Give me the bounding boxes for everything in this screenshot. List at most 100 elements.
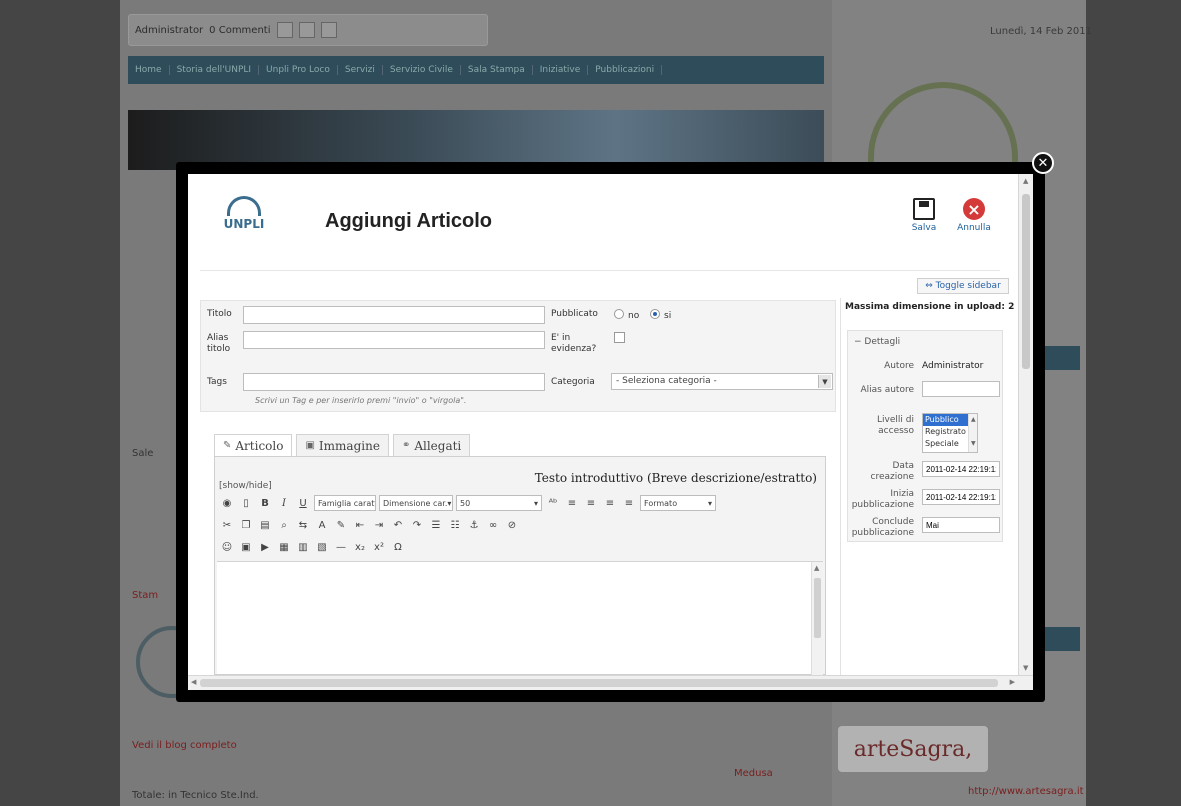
bg-nav-item: Servizi bbox=[338, 65, 383, 75]
title-label: Titolo bbox=[207, 309, 232, 319]
font-size-select[interactable]: Dimensione car. ▾ bbox=[379, 495, 453, 511]
chevron-down-icon: ▾ bbox=[447, 498, 452, 508]
editor-scroll-thumb[interactable] bbox=[814, 578, 821, 638]
modal-horizontal-scrollbar[interactable]: ◀ ▶ bbox=[188, 675, 1033, 690]
font-family-select[interactable]: Famiglia caratt.▾ bbox=[314, 495, 376, 511]
editor-scrollbar[interactable]: ▲ bbox=[811, 562, 823, 675]
paste-icon[interactable]: ▤ bbox=[257, 517, 273, 533]
floppy-icon bbox=[913, 198, 935, 220]
smiley-icon[interactable]: ☺ bbox=[219, 539, 235, 555]
modal-content: UNPLI Aggiungi Articolo Salva × Annulla … bbox=[188, 174, 1033, 690]
outdent-icon[interactable]: ⇤ bbox=[352, 517, 368, 533]
arrow-left-icon[interactable]: ◀ bbox=[191, 678, 196, 686]
creation-date-label: Data creazione bbox=[871, 461, 914, 483]
show-hide-toggle[interactable]: [show/hide] bbox=[219, 481, 272, 491]
tab-immagine[interactable]: ▣ Immagine bbox=[296, 434, 389, 456]
bg-nav-item: Servizio Civile bbox=[383, 65, 461, 75]
highlight-icon[interactable]: ✎ bbox=[333, 517, 349, 533]
close-icon[interactable]: ✕ bbox=[1032, 152, 1054, 174]
toggle-sidebar-button[interactable]: ⇔ Toggle sidebar bbox=[917, 278, 1009, 294]
bg-date: Lunedì, 14 Feb 2011 bbox=[990, 26, 1092, 37]
publish-start-input[interactable] bbox=[922, 489, 1000, 505]
copy-icon[interactable]: ❐ bbox=[238, 517, 254, 533]
underline-icon[interactable]: U bbox=[295, 495, 311, 511]
cancel-button[interactable]: × Annulla bbox=[952, 198, 996, 242]
italic-icon[interactable]: I bbox=[276, 495, 292, 511]
hr-icon[interactable]: — bbox=[333, 539, 349, 555]
align-right-icon[interactable]: ≡ bbox=[602, 495, 618, 511]
bg-nav-item: Sala Stampa bbox=[461, 65, 533, 75]
alias-label-line: Alias bbox=[207, 333, 229, 343]
access-level-list[interactable]: Pubblico Registrato Speciale ▲ ▼ bbox=[922, 413, 978, 453]
author-alias-input[interactable] bbox=[922, 381, 1000, 397]
cut-icon[interactable]: ✂ bbox=[219, 517, 235, 533]
link-icon[interactable]: ∞ bbox=[485, 517, 501, 533]
arrow-up-icon[interactable]: ▲ bbox=[814, 564, 819, 572]
anchor-icon[interactable]: ⚓ bbox=[466, 517, 482, 533]
published-yes-radio[interactable] bbox=[650, 309, 660, 319]
publish-end-input[interactable] bbox=[922, 517, 1000, 533]
intro-text-heading: Testo introduttivo (Breve descrizione/es… bbox=[534, 471, 817, 485]
abc-icon[interactable]: ᴬᵇ bbox=[545, 495, 561, 511]
arrow-right-icon[interactable]: ▶ bbox=[1010, 678, 1015, 686]
format-select[interactable]: Formato ▾ bbox=[640, 495, 716, 511]
bullet-list-icon[interactable]: ☰ bbox=[428, 517, 444, 533]
published-no-label: no bbox=[628, 311, 640, 321]
save-button[interactable]: Salva bbox=[902, 198, 946, 242]
title-input[interactable] bbox=[243, 306, 545, 324]
chevron-down-icon: ▾ bbox=[533, 498, 538, 508]
alias-input[interactable] bbox=[243, 331, 545, 349]
superscript-icon[interactable]: x² bbox=[371, 539, 387, 555]
bold-icon[interactable]: B bbox=[257, 495, 273, 511]
size-input[interactable]: 50 ▾ bbox=[456, 495, 542, 511]
text-color-icon[interactable]: A bbox=[314, 517, 330, 533]
bg-footer-text: Totale: in Tecnico Ste.Ind. bbox=[132, 790, 259, 801]
featured-checkbox[interactable] bbox=[614, 332, 625, 343]
category-select[interactable]: - Seleziona categoria - ▼ bbox=[611, 373, 833, 390]
align-justify-icon[interactable]: ≡ bbox=[621, 495, 637, 511]
column-icon[interactable]: ▧ bbox=[314, 539, 330, 555]
list-scrollbar[interactable]: ▲ ▼ bbox=[968, 414, 977, 452]
table-icon[interactable]: ▦ bbox=[276, 539, 292, 555]
unlink-icon[interactable]: ⊘ bbox=[504, 517, 520, 533]
access-label: Livelli di accesso bbox=[877, 415, 914, 437]
media-icon[interactable]: ▶ bbox=[257, 539, 273, 555]
help-icon[interactable]: ◉ bbox=[219, 495, 235, 511]
cancel-label: Annulla bbox=[957, 223, 991, 233]
image-insert-icon[interactable]: ▣ bbox=[238, 539, 254, 555]
published-no-radio[interactable] bbox=[614, 309, 624, 319]
toggle-icon: ⇔ bbox=[925, 281, 936, 291]
modal-vertical-scrollbar[interactable]: ▲ ▼ bbox=[1018, 174, 1033, 675]
creation-date-input[interactable] bbox=[922, 461, 1000, 477]
tab-articolo[interactable]: ✎ Articolo bbox=[214, 434, 293, 456]
indent-icon[interactable]: ⇥ bbox=[371, 517, 387, 533]
modal-hscroll-thumb[interactable] bbox=[200, 679, 998, 687]
arrow-down-icon[interactable]: ▼ bbox=[1023, 664, 1028, 672]
row-icon[interactable]: ▥ bbox=[295, 539, 311, 555]
align-left-icon[interactable]: ≡ bbox=[564, 495, 580, 511]
charmap-icon[interactable]: Ω bbox=[390, 539, 406, 555]
access-label-line: accesso bbox=[878, 426, 914, 436]
max-upload-heading: Massima dimensione in upload: 2 bbox=[845, 302, 1015, 312]
logo-text: UNPLI bbox=[223, 217, 265, 231]
details-section-toggle[interactable]: − Dettagli bbox=[854, 337, 900, 347]
find-icon[interactable]: ⌕ bbox=[276, 517, 292, 533]
attach-icon: ⚭ bbox=[401, 440, 411, 451]
arrow-up-icon[interactable]: ▲ bbox=[1023, 177, 1028, 185]
tab-allegati[interactable]: ⚭ Allegati bbox=[392, 434, 471, 456]
chevron-down-icon: ▼ bbox=[818, 375, 831, 388]
bg-nav-item: Home bbox=[128, 65, 170, 75]
replace-icon[interactable]: ⇆ bbox=[295, 517, 311, 533]
tags-input[interactable] bbox=[243, 373, 545, 391]
modal-scroll-thumb[interactable] bbox=[1022, 194, 1030, 369]
redo-icon[interactable]: ↷ bbox=[409, 517, 425, 533]
number-list-icon[interactable]: ☷ bbox=[447, 517, 463, 533]
new-document-icon[interactable]: ▯ bbox=[238, 495, 254, 511]
undo-icon[interactable]: ↶ bbox=[390, 517, 406, 533]
cancel-icon: × bbox=[963, 198, 985, 220]
align-center-icon[interactable]: ≡ bbox=[583, 495, 599, 511]
subscript-icon[interactable]: x₂ bbox=[352, 539, 368, 555]
font-size-value: Dimensione car. bbox=[383, 498, 448, 508]
save-label: Salva bbox=[911, 223, 937, 233]
editor-text-area[interactable]: ▲ bbox=[217, 561, 823, 675]
